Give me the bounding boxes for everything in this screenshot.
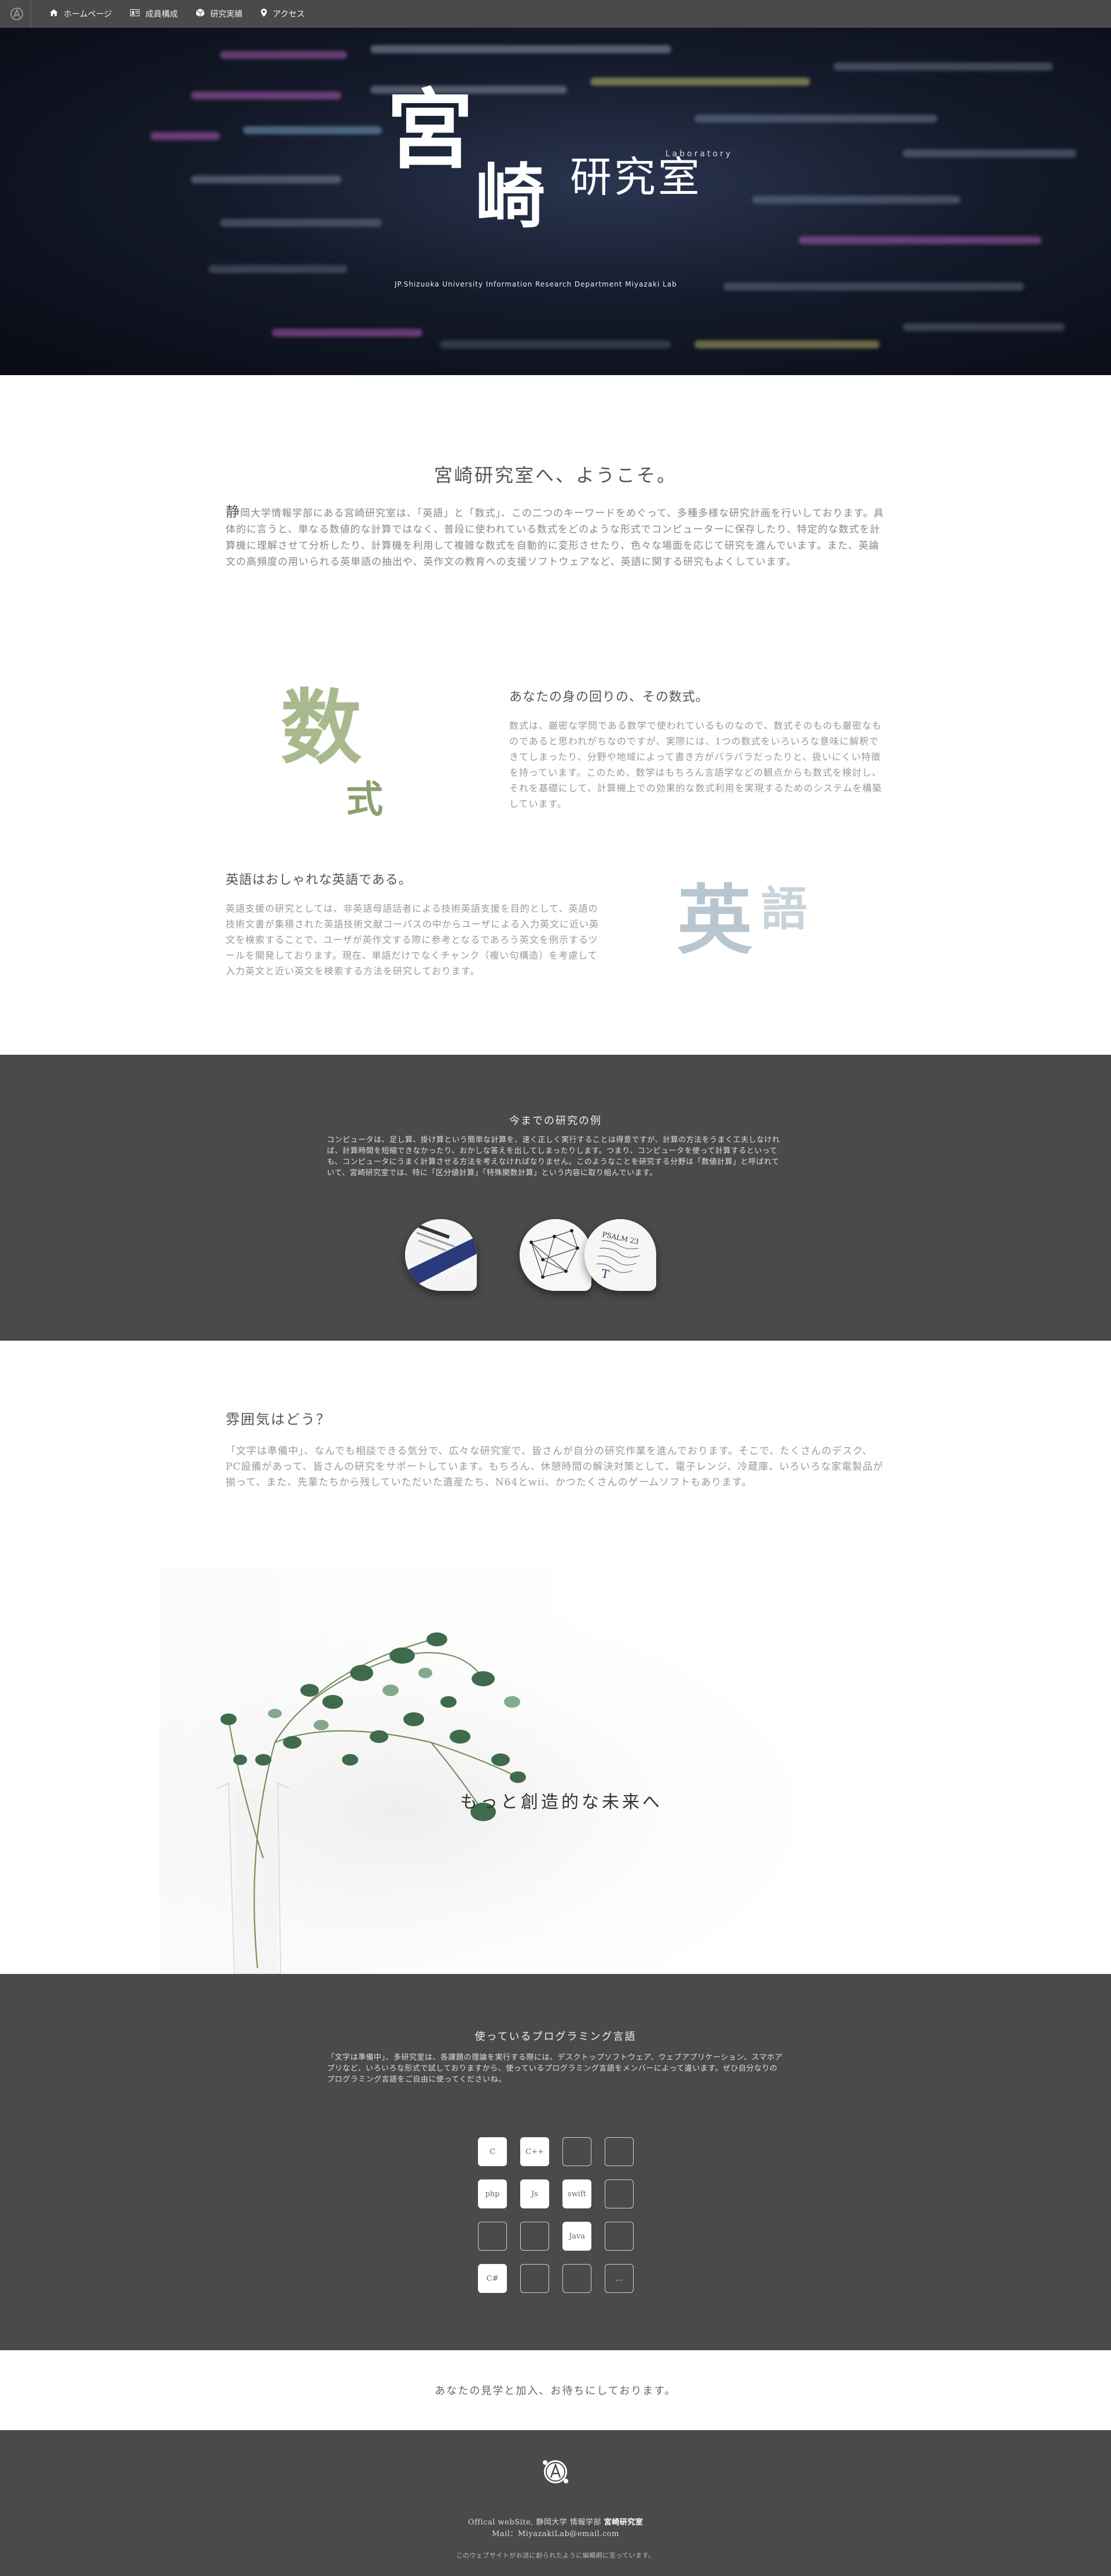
welcome-lead-char: 静 <box>226 504 240 520</box>
welcome-text: 静岡大学情報学部にある宮崎研究室は、「英語」と「数式」、この二つのキーワードをめ… <box>226 504 885 570</box>
footer-mail[interactable]: Mail：MiyazakiLab@email.com <box>0 2527 1111 2538</box>
plant-caption: もっと創造的な未来へ <box>460 1792 663 1812</box>
nav-item-label: 研究実績 <box>210 10 243 19</box>
code-background-decoration <box>272 329 422 337</box>
code-background-decoration <box>752 196 961 204</box>
language-tile[interactable] <box>478 2222 507 2251</box>
footer-lab-name: 宮崎研究室 <box>604 2518 643 2527</box>
top-navbar: ホームページ 成員構成 研究実績 アクセス <box>0 0 1111 28</box>
footer-site-line: Offical webSite, 静岡大学 情報学部 宮崎研究室 <box>0 2516 1111 2527</box>
code-background-decoration <box>723 282 1024 291</box>
nav-item-access[interactable]: アクセス <box>261 8 305 20</box>
nav-item-home[interactable]: ホームページ <box>50 8 112 20</box>
research-section <box>0 1055 1111 1341</box>
code-background-decoration <box>694 115 937 123</box>
footer-site-prefix: Offical webSite, 静岡大学 情報学部 <box>468 2518 604 2527</box>
research-thumbnail-network[interactable] <box>520 1219 591 1291</box>
code-background-decoration <box>440 340 671 348</box>
atmosphere-title: 雰囲気はどう？ <box>226 1411 331 1428</box>
language-tile[interactable] <box>605 2137 634 2166</box>
languages-text: 「文字は準備中」、多研究室は、各課題の理論を実行する際には、デスクトップソフトウ… <box>327 2053 783 2084</box>
id-card-icon <box>130 9 140 19</box>
nav-item-members[interactable]: 成員構成 <box>130 8 178 20</box>
math-art-main: 数 <box>281 681 362 776</box>
research-text: コンピュータは、足し算、掛け算という簡単な計算を、速く正しく実行することは得意で… <box>327 1136 780 1177</box>
home-icon <box>50 9 58 19</box>
code-background-decoration <box>220 51 347 59</box>
code-background-decoration <box>208 265 347 273</box>
code-background-decoration <box>150 132 220 140</box>
cta-text: あなたの見学と加入、お待ちにしております。 <box>435 2385 676 2397</box>
code-background-decoration <box>590 78 810 86</box>
hero-kanji-bottom: 崎 <box>476 156 545 237</box>
research-thumbnail-document[interactable]: Example <box>405 1219 477 1291</box>
code-background-decoration <box>243 126 382 134</box>
code-background-decoration <box>370 45 671 53</box>
lab-logo-icon[interactable] <box>2 0 31 28</box>
code-background-decoration <box>799 236 1042 244</box>
nav-item-label: アクセス <box>273 10 305 19</box>
atmosphere-text: 「文字は準備中」、なんでも相談できる気分で、広々な研究室で、皆さんが自分の研究作… <box>226 1445 884 1488</box>
code-background-decoration <box>694 340 880 348</box>
code-background-decoration <box>903 323 1065 331</box>
language-tile[interactable]: swift <box>562 2179 591 2208</box>
language-tile[interactable] <box>605 2222 634 2251</box>
code-background-decoration <box>903 149 1076 157</box>
welcome-title: 宮崎研究室へ、ようこそ。 <box>433 464 677 486</box>
welcome-body: 岡大学情報学部にある宮崎研究室は、「英語」と「数式」、この二つのキーワードをめぐ… <box>226 508 884 568</box>
math-art-sub: 式 <box>346 778 383 821</box>
math-heading: あなたの身の回りの、その数式。 <box>509 690 709 704</box>
code-background-decoration <box>191 91 341 100</box>
research-title: 今までの研究の例 <box>509 1115 602 1127</box>
english-text: 英語支援の研究としては、非英語母語話者による技術英語支援を目的として、英語の技術… <box>226 903 599 977</box>
footer-note: このウェブサイトがお送に創られたように編輯網に至っています。 <box>456 2552 655 2559</box>
footer-logo-icon[interactable] <box>538 2454 573 2489</box>
cube-icon <box>196 9 205 19</box>
language-tile[interactable]: Js <box>520 2179 549 2208</box>
code-background-decoration <box>191 175 341 184</box>
hero-kanji-top: 宮 <box>387 79 474 181</box>
language-tile[interactable]: C <box>478 2137 507 2166</box>
english-art-sub: 語 <box>761 882 807 936</box>
map-pin-icon <box>261 9 267 19</box>
research-thumbnail-handwriting[interactable]: PSALM 23 T <box>584 1219 656 1291</box>
hero-subtitle: JP.Shizuoka University Information Resea… <box>395 280 677 288</box>
language-tile[interactable] <box>520 2222 549 2251</box>
language-tile[interactable]: C++ <box>520 2137 549 2166</box>
language-tile[interactable]: Java <box>562 2222 591 2251</box>
language-tile[interactable]: php <box>478 2179 507 2208</box>
english-heading: 英語はおしゃれな英語である。 <box>226 873 412 887</box>
math-text: 数式は、厳密な学問である数学で使われているものなので、数式そのものも厳密なもので… <box>509 720 882 809</box>
code-background-decoration <box>833 63 1053 71</box>
language-tile[interactable] <box>562 2264 591 2293</box>
nav-item-label: ホームページ <box>64 10 112 19</box>
language-tile[interactable] <box>605 2179 634 2208</box>
english-art-main: 英 <box>677 876 753 964</box>
hero-title: 研究室 <box>570 153 702 201</box>
code-background-decoration <box>220 219 382 227</box>
language-tile[interactable]: ... <box>605 2264 634 2293</box>
language-tile[interactable] <box>562 2137 591 2166</box>
hero-banner <box>0 28 1111 375</box>
nav-item-research[interactable]: 研究実績 <box>196 8 242 20</box>
languages-title: 使っているプログラミング言語 <box>474 2031 637 2043</box>
language-tile[interactable] <box>520 2264 549 2293</box>
language-tile[interactable]: C# <box>478 2264 507 2293</box>
nav-item-label: 成員構成 <box>145 10 178 19</box>
plant-photo <box>159 1569 952 1974</box>
